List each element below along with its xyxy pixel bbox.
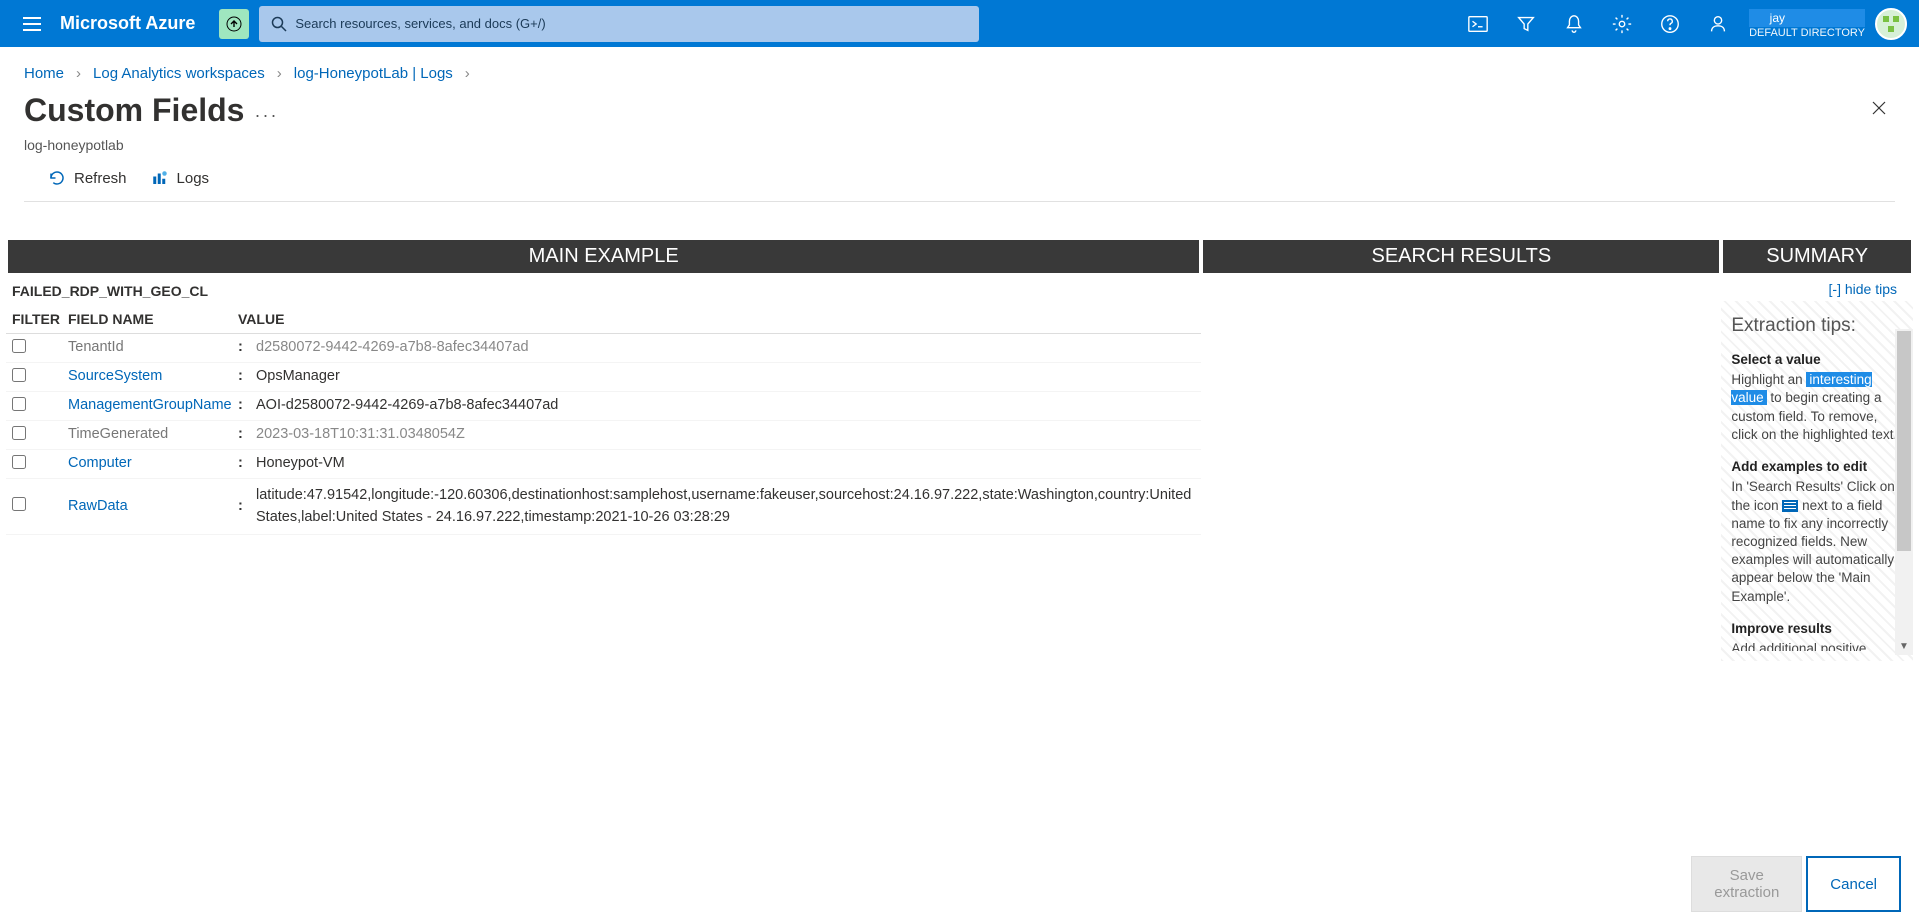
notifications-icon[interactable] bbox=[1563, 13, 1585, 35]
table-row: TenantId : d2580072-9442-4269-a7b8-8afec… bbox=[6, 334, 1201, 363]
field-value[interactable]: 2023-03-18T10:31:31.0348054Z bbox=[256, 426, 1201, 442]
field-name[interactable]: Computer bbox=[68, 455, 238, 471]
filter-checkbox[interactable] bbox=[12, 339, 26, 353]
field-value[interactable]: AOI-d2580072-9442-4269-a7b8-8afec34407ad bbox=[256, 397, 1201, 413]
close-icon bbox=[1871, 100, 1887, 116]
table-name: FAILED_RDP_WITH_GEO_CL bbox=[6, 273, 1201, 301]
col-value: VALUE bbox=[238, 311, 1201, 327]
field-value[interactable]: OpsManager bbox=[256, 368, 1201, 384]
field-value[interactable]: d2580072-9442-4269-a7b8-8afec34407ad bbox=[256, 339, 1201, 355]
upgrade-icon[interactable] bbox=[219, 9, 249, 39]
field-name[interactable]: SourceSystem bbox=[68, 368, 238, 384]
table-row: RawData : latitude:47.91542,longitude:-1… bbox=[6, 479, 1201, 535]
table-row: TimeGenerated : 2023-03-18T10:31:31.0348… bbox=[6, 421, 1201, 450]
save-extraction-button: Save extraction bbox=[1691, 856, 1802, 912]
table-row: ManagementGroupName : AOI-d2580072-9442-… bbox=[6, 392, 1201, 421]
filter-checkbox[interactable] bbox=[12, 497, 26, 511]
tip-improve-results: Improve results Add additional positive … bbox=[1731, 620, 1903, 651]
tip-select-value: Select a value Highlight an interesting … bbox=[1731, 351, 1903, 444]
settings-icon[interactable] bbox=[1611, 13, 1633, 35]
list-icon bbox=[1782, 500, 1798, 512]
filter-checkbox[interactable] bbox=[12, 426, 26, 440]
table-row: Computer : Honeypot-VM bbox=[6, 450, 1201, 479]
tip-add-examples: Add examples to edit In 'Search Results'… bbox=[1731, 458, 1903, 606]
col-field-name: FIELD NAME bbox=[68, 311, 238, 327]
refresh-label: Refresh bbox=[74, 170, 127, 187]
cloud-shell-icon[interactable] bbox=[1467, 13, 1489, 35]
search-input[interactable]: Search resources, services, and docs (G+… bbox=[259, 6, 979, 42]
refresh-icon bbox=[48, 169, 66, 187]
page-title: Custom Fields bbox=[24, 92, 244, 129]
user-menu[interactable]: jay DEFAULT DIRECTORY bbox=[1749, 8, 1907, 40]
filter-icon[interactable] bbox=[1515, 13, 1537, 35]
field-name: TimeGenerated bbox=[68, 426, 238, 442]
table-row: SourceSystem : OpsManager bbox=[6, 363, 1201, 392]
panel-summary: SUMMARY bbox=[1723, 240, 1911, 273]
more-actions-button[interactable]: ··· bbox=[254, 105, 278, 126]
field-value[interactable]: Honeypot-VM bbox=[256, 455, 1201, 471]
filter-checkbox[interactable] bbox=[12, 455, 26, 469]
scrollbar-thumb[interactable] bbox=[1897, 331, 1911, 551]
hamburger-icon bbox=[23, 17, 41, 31]
scrollbar[interactable]: ▼ bbox=[1895, 329, 1913, 655]
cancel-button[interactable]: Cancel bbox=[1806, 856, 1901, 912]
logs-label: Logs bbox=[177, 170, 210, 187]
refresh-button[interactable]: Refresh bbox=[48, 169, 127, 187]
user-name: jay bbox=[1749, 9, 1865, 27]
hide-tips-button[interactable]: [-] hide tips bbox=[1721, 273, 1913, 297]
col-filter: FILTER bbox=[12, 311, 68, 327]
crumb-workspaces[interactable]: Log Analytics workspaces bbox=[93, 65, 265, 82]
chevron-right-icon: › bbox=[277, 65, 282, 82]
feedback-icon[interactable] bbox=[1707, 13, 1729, 35]
logs-icon bbox=[151, 169, 169, 187]
filter-checkbox[interactable] bbox=[12, 368, 26, 382]
field-name[interactable]: RawData bbox=[68, 498, 238, 514]
panel-search-results: SEARCH RESULTS bbox=[1203, 240, 1719, 273]
menu-button[interactable] bbox=[12, 17, 52, 31]
search-placeholder: Search resources, services, and docs (G+… bbox=[295, 16, 545, 31]
search-icon bbox=[271, 16, 287, 32]
chevron-right-icon: › bbox=[465, 65, 470, 82]
help-icon[interactable] bbox=[1659, 13, 1681, 35]
scroll-down-arrow[interactable]: ▼ bbox=[1895, 637, 1913, 655]
crumb-logs[interactable]: log-HoneypotLab | Logs bbox=[294, 65, 453, 82]
logs-button[interactable]: Logs bbox=[151, 169, 210, 187]
field-name[interactable]: ManagementGroupName bbox=[68, 397, 238, 413]
column-headers: FILTER FIELD NAME VALUE bbox=[6, 301, 1201, 334]
close-button[interactable] bbox=[1863, 92, 1895, 129]
filter-checkbox[interactable] bbox=[12, 397, 26, 411]
chevron-right-icon: › bbox=[76, 65, 81, 82]
brand-logo[interactable]: Microsoft Azure bbox=[60, 13, 195, 34]
crumb-home[interactable]: Home bbox=[24, 65, 64, 82]
user-directory: DEFAULT DIRECTORY bbox=[1749, 27, 1865, 39]
field-value[interactable]: latitude:47.91542,longitude:-120.60306,d… bbox=[256, 484, 1201, 529]
tips-heading: Extraction tips: bbox=[1731, 311, 1903, 351]
avatar-icon bbox=[1875, 8, 1907, 40]
field-name: TenantId bbox=[68, 339, 238, 355]
breadcrumb: Home › Log Analytics workspaces › log-Ho… bbox=[0, 47, 1919, 88]
panel-main-example: MAIN EXAMPLE bbox=[8, 240, 1199, 273]
page-subtitle: log-honeypotlab bbox=[0, 137, 1919, 163]
